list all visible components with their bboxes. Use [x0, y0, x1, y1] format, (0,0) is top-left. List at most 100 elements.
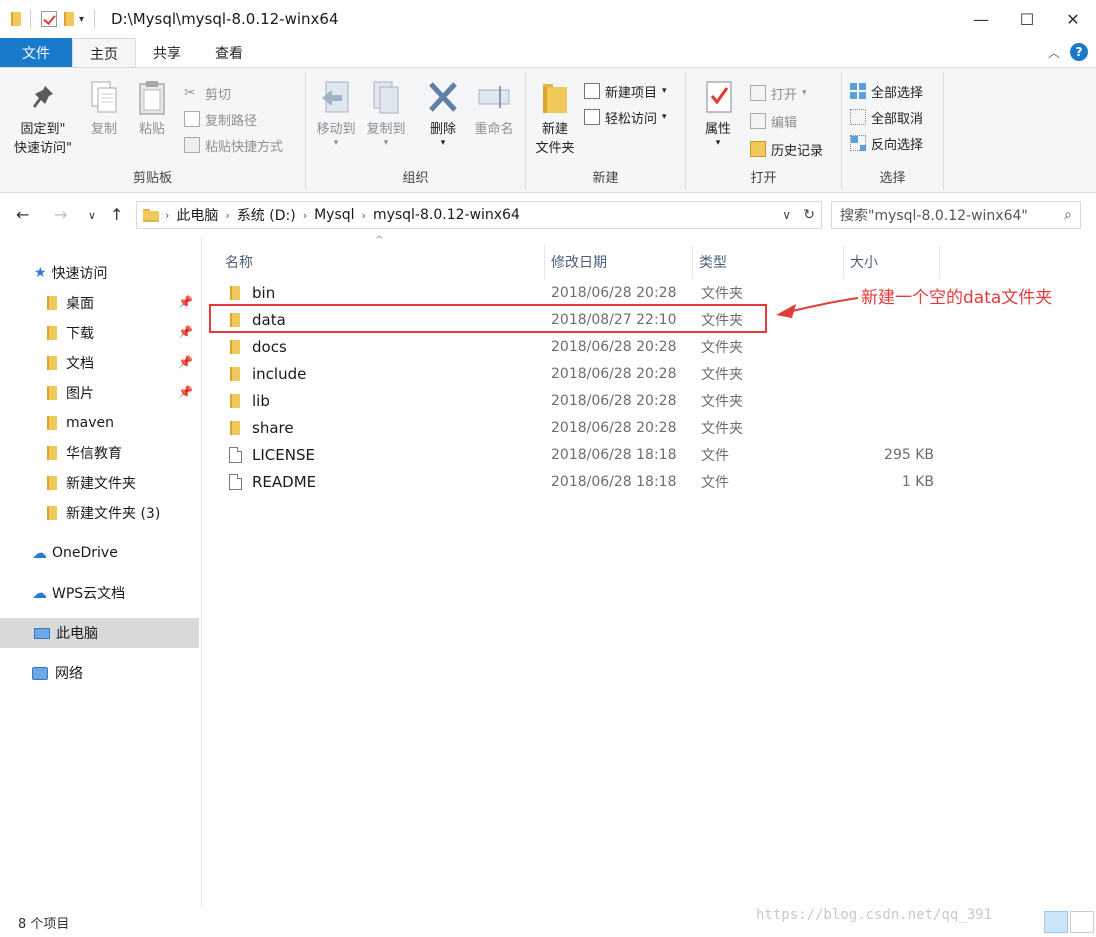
new-folder-icon[interactable]	[63, 11, 74, 27]
file-name[interactable]: include	[252, 360, 306, 387]
table-row[interactable]: README 2018/06/28 18:18 文件 1 KB	[203, 468, 1096, 495]
sidebar-item-quick-access[interactable]: ★ 快速访问	[0, 258, 199, 288]
table-row[interactable]: lib 2018/06/28 20:28 文件夹	[203, 387, 1096, 414]
select-none-button[interactable]: 全部取消	[850, 106, 923, 128]
sidebar-item-documents[interactable]: 文档 📌	[0, 348, 199, 378]
pin-icon[interactable]: 📌	[178, 355, 193, 369]
sidebar-item-network[interactable]: 网络	[0, 658, 199, 688]
new-item-button[interactable]: 新建项目 ▾	[584, 80, 667, 102]
details-view-button[interactable]	[1044, 911, 1068, 933]
file-name[interactable]: lib	[252, 387, 270, 414]
maximize-button[interactable]: ☐	[1004, 0, 1050, 38]
sidebar-item-desktop[interactable]: 桌面 📌	[0, 288, 199, 318]
recent-locations-chevron-icon[interactable]: ∨	[88, 209, 96, 222]
properties-button[interactable]: 属性 ▾	[694, 78, 742, 148]
copy-button[interactable]: 复制	[84, 78, 124, 139]
move-to-button[interactable]: 移动到 ▾	[312, 78, 360, 148]
sidebar-item-huaxin[interactable]: 华信教育	[0, 438, 199, 468]
select-all-button[interactable]: 全部选择	[850, 80, 923, 102]
pin-to-quick-access-button[interactable]: 固定到" 快速访问"	[8, 78, 78, 158]
sidebar-item-this-pc[interactable]: 此电脑	[0, 618, 199, 648]
refresh-icon[interactable]: ↻	[803, 207, 815, 223]
column-header-name[interactable]: 名称	[219, 245, 545, 279]
paste-shortcut-label: 粘贴快捷方式	[205, 139, 284, 155]
file-name[interactable]: bin	[252, 279, 275, 306]
breadcrumb-mysql[interactable]: Mysql	[307, 207, 361, 223]
customize-toolbar-caret-icon[interactable]: ▾	[79, 14, 84, 25]
address-bar[interactable]: › 此电脑 › 系统 (D:) › Mysql › mysql-8.0.12-w…	[136, 201, 822, 229]
column-header-type[interactable]: 类型	[693, 245, 844, 279]
table-row[interactable]: share 2018/06/28 20:28 文件夹	[203, 414, 1096, 441]
sidebar-item-onedrive[interactable]: ☁ OneDrive	[0, 538, 199, 568]
network-icon	[32, 666, 48, 680]
invert-selection-button[interactable]: 反向选择	[850, 132, 923, 154]
sidebar-item-label: 桌面	[66, 296, 94, 312]
sidebar-item-maven[interactable]: maven	[0, 408, 199, 438]
breadcrumb-current-folder[interactable]: mysql-8.0.12-winx64	[366, 207, 527, 223]
minimize-button[interactable]: —	[958, 0, 1004, 38]
table-row[interactable]: docs 2018/06/28 20:28 文件夹	[203, 333, 1096, 360]
sidebar-item-pictures[interactable]: 图片 📌	[0, 378, 199, 408]
edit-label: 编辑	[771, 115, 798, 131]
select-group: 全部选择 全部取消 反向选择 选择	[842, 72, 944, 190]
forward-arrow-icon[interactable]: →	[54, 205, 67, 224]
breadcrumb-drive-d[interactable]: 系统 (D:)	[230, 205, 303, 225]
pin-icon[interactable]: 📌	[178, 325, 193, 339]
search-input[interactable]: 搜索"mysql-8.0.12-winx64" ⌕	[831, 201, 1081, 229]
table-row[interactable]: include 2018/06/28 20:28 文件夹	[203, 360, 1096, 387]
delete-button[interactable]: 删除 ▾	[420, 78, 466, 148]
paste-shortcut-button[interactable]: 粘贴快捷方式	[184, 134, 283, 156]
history-label: 历史记录	[771, 143, 824, 159]
up-arrow-icon[interactable]: ↑	[110, 205, 123, 224]
sidebar-item-new-folder-3[interactable]: 新建文件夹 (3)	[0, 498, 199, 528]
annotation-text: 新建一个空的data文件夹	[861, 288, 1053, 308]
column-header-date[interactable]: 修改日期	[545, 245, 693, 279]
open-button[interactable]: 打开 ▾	[750, 82, 807, 104]
column-header-size[interactable]: 大小	[844, 245, 940, 279]
table-row[interactable]: LICENSE 2018/06/28 18:18 文件 295 KB	[203, 441, 1096, 468]
sidebar-item-downloads[interactable]: 下载 📌	[0, 318, 199, 348]
clipboard-group-label: 剪贴板	[132, 171, 172, 186]
properties-icon[interactable]	[41, 11, 57, 27]
edit-button[interactable]: 编辑	[750, 110, 797, 132]
quick-access-toolbar: ▾	[0, 0, 99, 38]
file-type: 文件夹	[701, 366, 743, 383]
sidebar-item-wps-cloud[interactable]: ☁ WPS云文档	[0, 578, 199, 608]
new-folder-button[interactable]: 新建 文件夹	[530, 78, 580, 158]
help-icon[interactable]: ?	[1070, 43, 1088, 61]
delete-label: 删除	[429, 122, 456, 137]
tab-view[interactable]: 查看	[198, 38, 260, 68]
address-dropdown-icon[interactable]: ∨	[782, 208, 791, 222]
address-row: ← → ∨ ↑ › 此电脑 › 系统 (D:) › Mysql › mysql-…	[0, 193, 1096, 237]
ribbon: 固定到" 快速访问" 复制 粘贴 ✂ 剪切 复制路径 粘贴快捷方式 剪贴板 移动…	[0, 67, 1096, 193]
pin-icon[interactable]: 📌	[178, 385, 193, 399]
sidebar-item-new-folder[interactable]: 新建文件夹	[0, 468, 199, 498]
rename-button[interactable]: 重命名	[468, 78, 520, 139]
back-arrow-icon[interactable]: ←	[16, 205, 29, 224]
copy-to-button[interactable]: 复制到 ▾	[362, 78, 410, 148]
downloads-folder-icon	[46, 325, 57, 341]
collapse-ribbon-icon[interactable]: ︿	[1048, 44, 1060, 61]
large-icons-view-button[interactable]	[1070, 911, 1094, 933]
cut-button[interactable]: ✂ 剪切	[184, 82, 231, 104]
pin-icon[interactable]: 📌	[178, 295, 193, 309]
easy-access-button[interactable]: 轻松访问 ▾	[584, 106, 667, 128]
close-button[interactable]: ✕	[1050, 0, 1096, 38]
divider	[94, 10, 96, 28]
file-date: 2018/06/28 20:28	[551, 365, 677, 382]
tab-share[interactable]: 共享	[136, 38, 198, 68]
file-name[interactable]: share	[252, 414, 294, 441]
file-icon-cell	[229, 387, 240, 414]
tab-home[interactable]: 主页	[72, 38, 136, 68]
history-button[interactable]: 历史记录	[750, 138, 823, 160]
breadcrumb-this-pc[interactable]: 此电脑	[169, 205, 225, 225]
sidebar-item-label: 图片	[66, 386, 94, 402]
easy-access-label: 轻松访问	[605, 111, 658, 127]
properties-icon	[706, 81, 732, 113]
tab-file[interactable]: 文件	[0, 38, 72, 68]
copy-path-button[interactable]: 复制路径	[184, 108, 257, 130]
file-name[interactable]: LICENSE	[252, 441, 315, 468]
file-name[interactable]: docs	[252, 333, 287, 360]
paste-button[interactable]: 粘贴	[132, 78, 172, 139]
file-name[interactable]: README	[252, 468, 316, 495]
